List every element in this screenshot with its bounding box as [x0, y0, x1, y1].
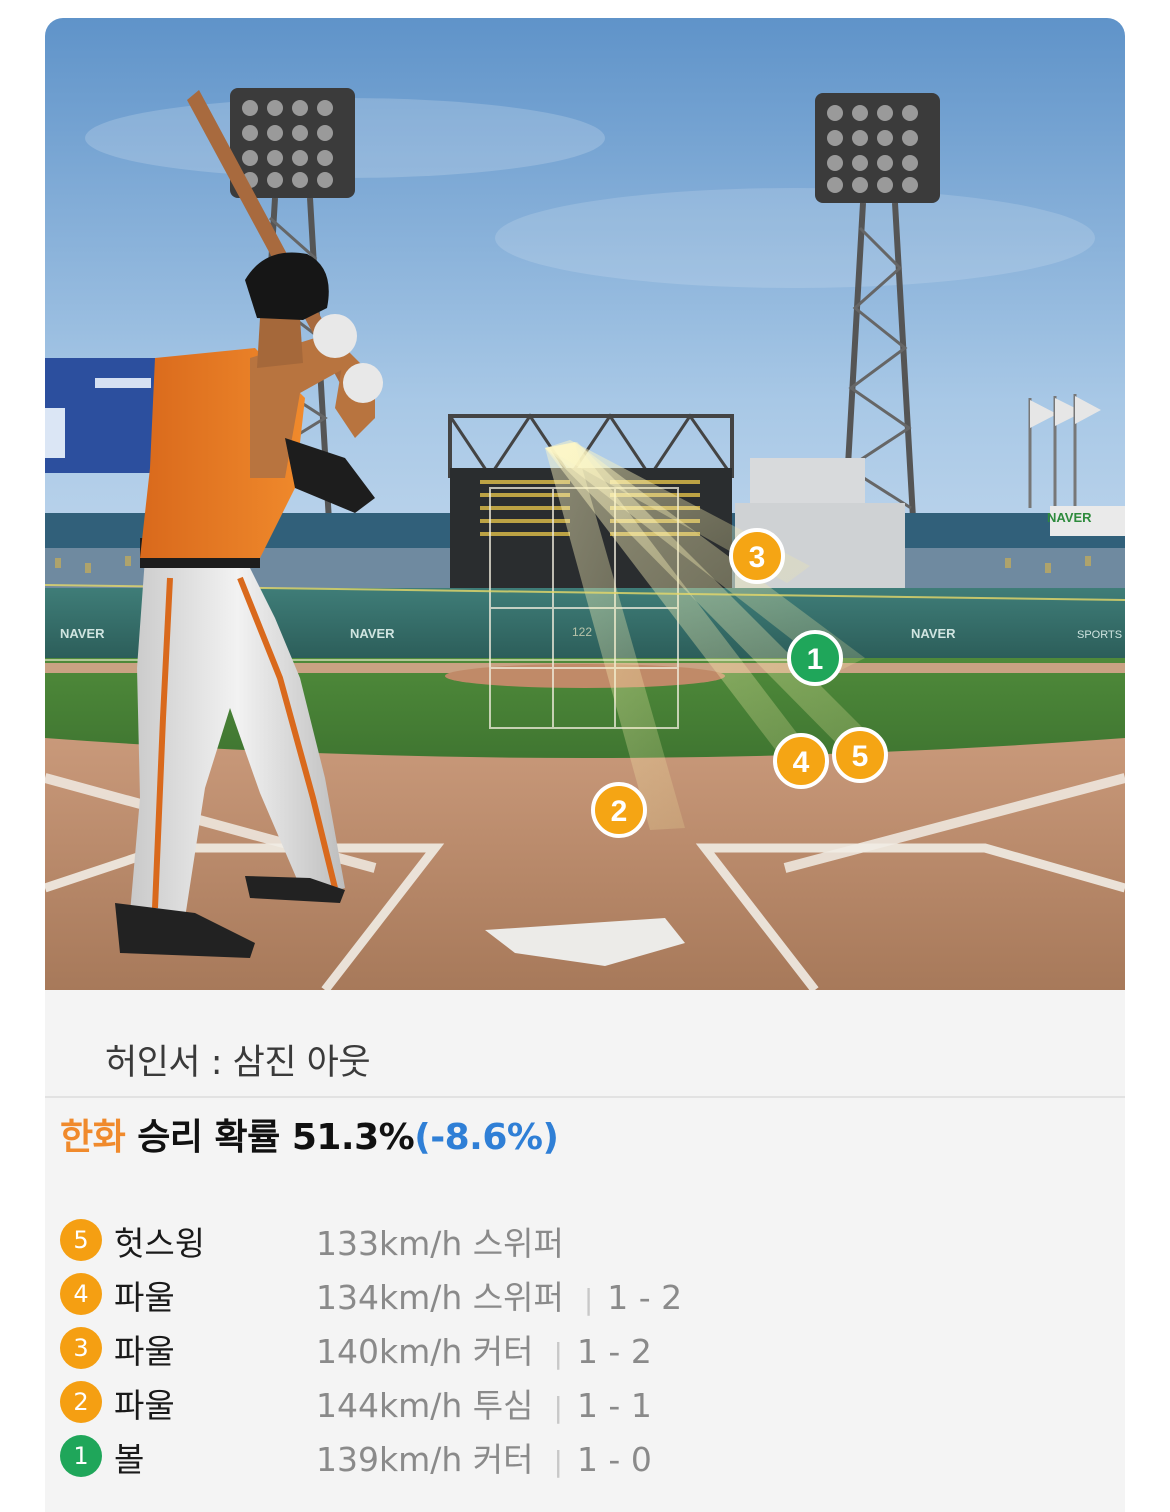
pitch-marker-2[interactable]: 2	[591, 782, 647, 838]
svg-text:5: 5	[852, 740, 869, 773]
pitch-marker-3[interactable]: 3	[729, 528, 785, 584]
ball-count: 1 - 1	[576, 1386, 652, 1425]
pitch-row: 1 볼 139km/h 커터 | 1 - 0	[60, 1429, 1040, 1483]
pitch-row: 2 파울 144km/h 투심 | 1 - 1	[60, 1375, 1040, 1429]
wall-ad: NAVER	[60, 626, 105, 641]
win-probability: 한화 승리 확률 51.3%(-8.6%)	[60, 1108, 559, 1160]
svg-text:1: 1	[807, 643, 824, 676]
wall-ad-sports: SPORTS	[1077, 629, 1122, 641]
pitch-result: 파울	[114, 1332, 175, 1371]
ball-count: 1 - 2	[576, 1332, 652, 1371]
pitch-row: 3 파울 140km/h 커터 | 1 - 2	[60, 1321, 1040, 1375]
pitch-result: 볼	[114, 1440, 145, 1479]
pitch-speed-type: 133km/h 스위퍼	[316, 1224, 564, 1263]
team-name: 한화	[60, 1117, 126, 1158]
pitch-marker-1[interactable]: 1	[787, 630, 843, 686]
video-board	[45, 358, 163, 473]
pitch-number-badge: 4	[60, 1273, 102, 1315]
pitch-speed-readout: 122	[572, 625, 592, 639]
at-bat-result-row: 허인서 : 삼진 아웃	[45, 990, 1125, 1098]
pitch-number-badge: 3	[60, 1327, 102, 1369]
pitch-speed-type: 139km/h 커터 | 1 - 0	[316, 1440, 652, 1479]
pitch-speed-type: 134km/h 스위퍼 | 1 - 2	[316, 1278, 683, 1317]
pitch-speed-type: 144km/h 투심 | 1 - 1	[316, 1386, 652, 1425]
pitch-result: 파울	[114, 1278, 175, 1317]
at-bat-result: 허인서 : 삼진 아웃	[105, 1043, 371, 1083]
ball-count: 1 - 0	[576, 1440, 652, 1479]
pitch-row: 4 파울 134km/h 스위퍼 | 1 - 2	[60, 1267, 1040, 1321]
pitch-scene-illustration: NAVER NAVER NAVER NAVER SPORTS 122 3 1 4…	[45, 18, 1125, 990]
pitch-marker-5[interactable]: 5	[832, 727, 888, 783]
pitch-result: 헛스윙	[114, 1224, 206, 1263]
win-probability-delta: (-8.6%)	[414, 1117, 559, 1158]
wall-ad: NAVER	[350, 626, 395, 641]
win-probability-label: 승리 확률 51.3%	[125, 1117, 415, 1158]
ball-count: 1 - 2	[607, 1278, 683, 1317]
pitch-number-badge: 2	[60, 1381, 102, 1423]
pitch-speed-type: 140km/h 커터 | 1 - 2	[316, 1332, 652, 1371]
pitch-number-badge: 5	[60, 1219, 102, 1261]
pitch-marker-4[interactable]: 4	[773, 733, 829, 789]
pitch-list: 5 헛스윙 133km/h 스위퍼 4 파울 134km/h 스위퍼 | 1 - 2…	[60, 1213, 1040, 1483]
pitch-result: 파울	[114, 1386, 175, 1425]
svg-text:NAVER: NAVER	[1047, 510, 1092, 525]
pitch-number-badge: 1	[60, 1435, 102, 1477]
pitch-row: 5 헛스윙 133km/h 스위퍼	[60, 1213, 1040, 1267]
svg-text:3: 3	[749, 541, 766, 574]
svg-text:2: 2	[611, 795, 628, 828]
svg-text:4: 4	[793, 746, 810, 779]
wall-ad: NAVER	[911, 626, 956, 641]
